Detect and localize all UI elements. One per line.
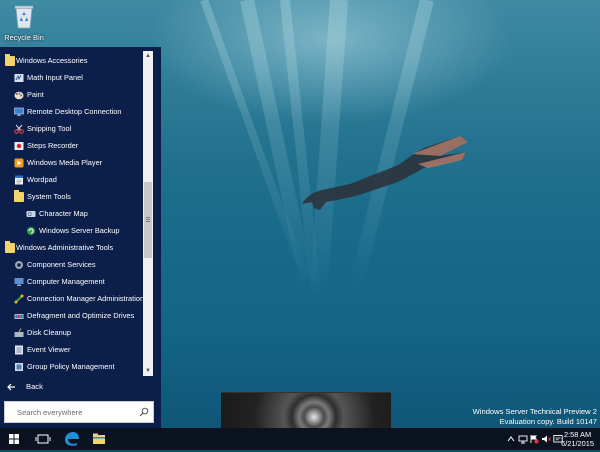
list-item-windows-accessories[interactable]: Windows Accessories — [0, 53, 143, 69]
list-item-label: Remote Desktop Connection — [27, 107, 122, 116]
windows-logo-icon — [9, 434, 19, 444]
grip-line — [146, 219, 150, 220]
list-item-label: Snipping Tool — [27, 124, 72, 133]
back-arrow-icon — [7, 383, 15, 391]
start-menu: Windows Accessories Math Input Panel Pai… — [0, 47, 161, 428]
list-item-snipping-tool[interactable]: Snipping Tool — [0, 121, 143, 137]
list-item-event-viewer[interactable]: Event Viewer — [0, 342, 143, 358]
group-policy-icon — [15, 363, 23, 371]
clock-date: 6/21/2015 — [561, 439, 594, 448]
list-item-defragment-and-optimize-drives[interactable]: Defragment and Optimize Drives — [0, 308, 143, 324]
component-services-icon — [15, 261, 23, 269]
taskbar-clock[interactable]: 2:58 AM 6/21/2015 — [561, 430, 594, 448]
list-item-character-map[interactable]: Ω Character Map — [0, 206, 143, 222]
list-item-label: Windows Administrative Tools — [16, 243, 114, 252]
edge-browser-icon — [65, 432, 79, 446]
list-item-label: Paint — [27, 90, 44, 99]
evaluation-watermark: Windows Server Technical Preview 2 Evalu… — [473, 407, 597, 427]
scissors-icon — [14, 124, 24, 134]
list-item-wordpad[interactable]: Wordpad — [0, 172, 143, 188]
steps-recorder-icon — [14, 142, 24, 150]
flag-warning-icon[interactable] — [529, 434, 539, 444]
list-item-label: Disk Cleanup — [27, 328, 71, 337]
list-item-computer-management[interactable]: Computer Management — [0, 274, 143, 290]
list-item-group-policy-management[interactable]: Group Policy Management — [0, 359, 143, 375]
file-explorer-taskbar-button[interactable] — [86, 428, 112, 450]
list-item-windows-media-player[interactable]: Windows Media Player — [0, 155, 143, 171]
list-item-label: Connection Manager Administration — [27, 294, 143, 303]
list-item-label: Character Map — [39, 209, 88, 218]
list-item-math-input-panel[interactable]: Math Input Panel — [0, 70, 143, 86]
network-icon[interactable] — [518, 434, 528, 444]
taskbar-thumbnail-preview[interactable] — [221, 392, 391, 431]
scroll-thumb[interactable] — [144, 182, 152, 258]
list-item-label: Windows Accessories — [16, 56, 88, 65]
list-item-remote-desktop-connection[interactable]: Remote Desktop Connection — [0, 104, 143, 120]
list-item-system-tools[interactable]: System Tools — [0, 189, 143, 205]
folder-icon — [14, 190, 24, 202]
remote-desktop-icon — [14, 107, 24, 116]
svg-text:Ω: Ω — [28, 212, 32, 218]
diver-silhouette — [302, 136, 468, 210]
list-item-label: Event Viewer — [27, 345, 71, 354]
wordpad-icon — [15, 175, 23, 185]
watermark-line-1: Windows Server Technical Preview 2 — [472, 407, 597, 416]
connection-manager-icon — [14, 294, 24, 304]
task-view-button[interactable] — [30, 428, 56, 450]
start-button[interactable] — [0, 428, 28, 450]
taskbar: 2:58 AM 6/21/2015 — [0, 428, 600, 450]
event-viewer-icon — [15, 345, 23, 355]
list-item-windows-administrative-tools[interactable]: Windows Administrative Tools — [0, 240, 143, 256]
chevron-up-icon[interactable] — [506, 434, 516, 444]
list-item-label: System Tools — [27, 192, 71, 201]
back-label: Back — [26, 382, 43, 391]
folder-icon — [5, 54, 15, 66]
folder-icon — [5, 241, 15, 253]
paint-icon — [14, 91, 24, 100]
defrag-icon — [14, 314, 24, 319]
recycle-bin-icon — [14, 5, 34, 29]
grip-line — [146, 221, 150, 222]
all-apps-list: Windows Accessories Math Input Panel Pai… — [0, 51, 143, 376]
disk-cleanup-icon — [14, 328, 24, 337]
apps-list-scrollbar[interactable]: ▲ ▼ — [143, 51, 153, 376]
media-player-icon — [14, 158, 24, 168]
character-map-icon: Ω — [26, 211, 36, 218]
list-item-label: Windows Server Backup — [39, 226, 120, 235]
list-item-steps-recorder[interactable]: Steps Recorder — [0, 138, 143, 154]
list-item-label: Defragment and Optimize Drives — [27, 311, 135, 320]
list-item-label: Computer Management — [27, 277, 105, 286]
list-item-disk-cleanup[interactable]: Disk Cleanup — [0, 325, 143, 341]
math-input-icon — [14, 74, 24, 82]
system-tray: 2:58 AM 6/21/2015 — [500, 428, 600, 450]
list-item-windows-server-backup[interactable]: Windows Server Backup — [0, 223, 143, 239]
list-item-label: Wordpad — [27, 175, 57, 184]
watermark-line-2: Evaluation copy. Build 10147 — [499, 417, 597, 426]
list-item-paint[interactable]: Paint — [0, 87, 143, 103]
speaker-icon[interactable] — [541, 434, 551, 444]
server-backup-icon — [27, 227, 35, 235]
scroll-up-arrow-icon[interactable]: ▲ — [143, 51, 153, 61]
recycle-bin-desktop-icon[interactable]: Recycle Bin — [2, 3, 46, 42]
list-item-label: Component Services — [27, 260, 96, 269]
clock-time: 2:58 AM — [563, 430, 592, 439]
scroll-down-arrow-icon[interactable]: ▼ — [143, 366, 153, 376]
list-item-label: Group Policy Management — [27, 362, 115, 371]
edge-taskbar-button[interactable] — [58, 428, 84, 450]
file-explorer-icon — [93, 433, 105, 444]
list-item-label: Math Input Panel — [27, 73, 83, 82]
task-view-icon — [35, 434, 51, 444]
computer-management-icon — [14, 278, 24, 286]
recycle-bin-label: Recycle Bin — [4, 33, 44, 42]
search-icon[interactable] — [139, 407, 149, 417]
search-box[interactable] — [4, 401, 154, 423]
grip-line — [146, 217, 150, 218]
list-item-label: Windows Media Player — [27, 158, 103, 167]
list-item-component-services[interactable]: Component Services — [0, 257, 143, 273]
list-item-connection-manager-administration[interactable]: Connection Manager Administration — [0, 291, 143, 307]
list-item-label: Steps Recorder — [27, 141, 79, 150]
search-input[interactable] — [5, 402, 137, 422]
